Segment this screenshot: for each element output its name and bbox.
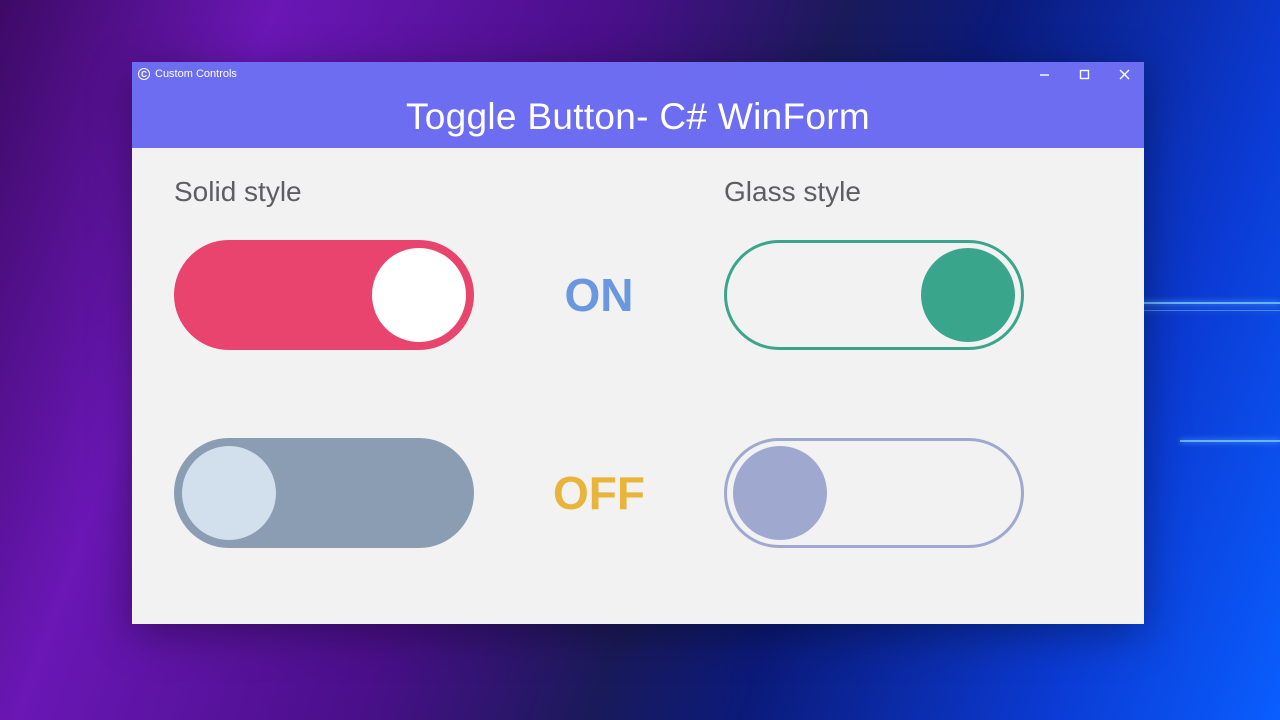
- decor-ray: [1180, 440, 1280, 442]
- close-icon: [1119, 69, 1130, 80]
- toggle-knob: [372, 248, 466, 342]
- solid-style-heading: Solid style: [174, 176, 474, 216]
- toggle-knob: [921, 248, 1015, 342]
- content-area: Solid style Glass style ON OFF: [132, 148, 1144, 624]
- solid-toggle-on[interactable]: [174, 240, 474, 350]
- solid-toggle-off[interactable]: [174, 438, 474, 548]
- glass-toggle-on[interactable]: [724, 240, 1024, 350]
- glass-style-heading: Glass style: [724, 176, 1024, 216]
- toggle-knob: [182, 446, 276, 540]
- window-buttons: [1024, 62, 1144, 86]
- titlebar[interactable]: C Custom Controls: [132, 62, 1144, 86]
- app-icon: C: [138, 68, 150, 80]
- maximize-icon: [1079, 69, 1090, 80]
- status-off-label: OFF: [524, 438, 674, 548]
- page-title: Toggle Button- C# WinForm: [406, 96, 870, 138]
- glass-toggle-off[interactable]: [724, 438, 1024, 548]
- close-button[interactable]: [1104, 62, 1144, 86]
- status-on-label: ON: [524, 240, 674, 350]
- minimize-button[interactable]: [1024, 62, 1064, 86]
- header-banner: Toggle Button- C# WinForm: [132, 86, 1144, 148]
- window-title: Custom Controls: [155, 68, 237, 80]
- maximize-button[interactable]: [1064, 62, 1104, 86]
- decor-ray: [1135, 310, 1280, 311]
- app-window: C Custom Controls Toggle Button- C# WinF…: [132, 62, 1144, 624]
- minimize-icon: [1039, 69, 1050, 80]
- toggle-knob: [733, 446, 827, 540]
